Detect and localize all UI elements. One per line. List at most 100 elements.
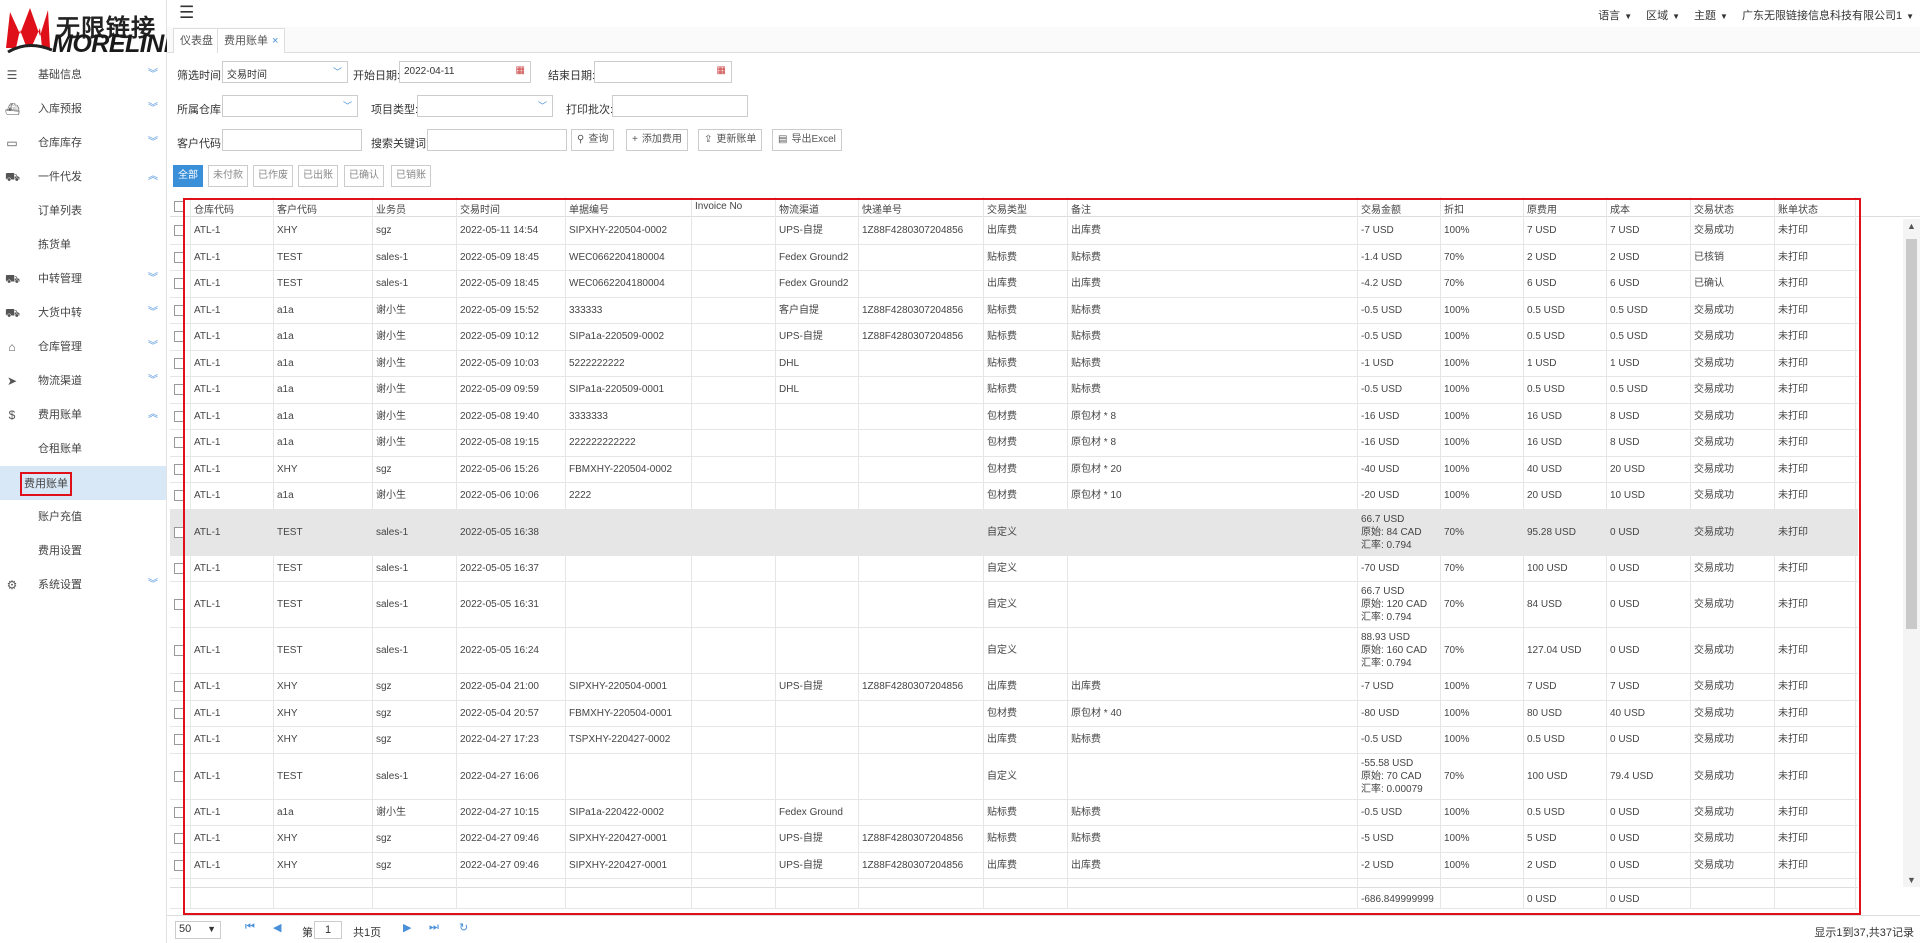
add-fee-button[interactable]: + 添加费用 xyxy=(626,129,688,151)
sidebar-item-14[interactable]: 费用设置 xyxy=(0,534,166,568)
table-row[interactable]: ATL-1 a1a 谢小生 2022-05-08 19:40 3333333 包材费 原包材… xyxy=(170,404,1858,430)
table-row[interactable]: ATL-1 a1a 谢小生 2022-04-27 10:15 SIPa1a-220422… xyxy=(170,800,1858,826)
sidebar-item-15[interactable]: ⚙ 系统设置 ︾ xyxy=(0,568,166,602)
table-row[interactable]: ATL-1 XHY sgz 2022-04-27 09:46 SIPXHY-220427… xyxy=(170,853,1858,879)
prev-page-icon[interactable]: ◀ xyxy=(273,921,281,934)
table-row[interactable]: ATL-1 XHY sgz 2022-04-27 17:23 TSPXHY-220427… xyxy=(170,727,1858,754)
column-header[interactable]: 交易金额 xyxy=(1361,201,1401,216)
column-header[interactable]: 仓库代码 xyxy=(194,201,234,216)
customer-code-input[interactable] xyxy=(222,129,362,151)
row-checkbox[interactable] xyxy=(174,463,185,475)
sidebar-item-13[interactable]: 账户充值 xyxy=(0,500,166,534)
row-checkbox[interactable] xyxy=(174,437,185,449)
row-checkbox[interactable] xyxy=(174,707,185,719)
row-checkbox[interactable] xyxy=(174,806,185,818)
row-checkbox[interactable] xyxy=(174,357,185,369)
end-date-input[interactable]: ▦ xyxy=(594,61,732,83)
topbar-menu-0[interactable]: 语言 ▼ xyxy=(1598,7,1632,23)
sidebar-item-9[interactable]: ➤ 物流渠道 ︾ xyxy=(0,364,166,398)
row-checkbox[interactable] xyxy=(174,645,185,656)
table-row[interactable]: ATL-1 TEST sales-1 2022-05-05 16:38 自定义 66.7 … xyxy=(170,509,1858,556)
table-row[interactable]: ATL-1 a1a 谢小生 2022-05-09 15:52 333333 客户自提 1Z8… xyxy=(170,298,1858,324)
sidebar-item-3[interactable]: ⛟ 一件代发 ︽ xyxy=(0,160,166,194)
row-checkbox[interactable] xyxy=(174,859,185,871)
row-checkbox[interactable] xyxy=(174,562,185,574)
select-all-checkbox[interactable] xyxy=(174,201,185,212)
column-header[interactable]: 折扣 xyxy=(1444,201,1464,216)
sidebar-item-6[interactable]: ⛟ 中转管理 ︾ xyxy=(0,262,166,296)
table-row[interactable]: ATL-1 XHY sgz 2022-05-04 20:57 FBMXHY-220504… xyxy=(170,701,1858,727)
status-tab-2[interactable]: 已作废 xyxy=(253,165,293,187)
refresh-icon[interactable]: ↻ xyxy=(459,921,468,934)
filter-time-select[interactable]: 交易时间 ﹀ xyxy=(222,61,348,83)
vertical-scrollbar[interactable]: ▲ ▼ xyxy=(1903,219,1920,887)
status-tab-3[interactable]: 已出账 xyxy=(298,165,338,187)
first-page-icon[interactable]: ⏮ xyxy=(245,921,255,934)
sidebar-item-8[interactable]: ⌂ 仓库管理 ︾ xyxy=(0,330,166,364)
sidebar-item-5[interactable]: 拣货单 xyxy=(0,228,166,262)
search-button[interactable]: ⚲ 查询 xyxy=(571,129,615,151)
warehouse-select[interactable]: ﹀ xyxy=(222,95,358,117)
scroll-thumb[interactable] xyxy=(1906,239,1917,629)
table-row[interactable]: ATL-1 TEST sales-1 2022-05-09 18:45 WEC06622… xyxy=(170,271,1858,298)
row-checkbox[interactable] xyxy=(174,599,185,610)
status-tab-0[interactable]: 全部 xyxy=(173,165,203,187)
topbar-menu-1[interactable]: 区域 ▼ xyxy=(1646,7,1680,23)
row-checkbox[interactable] xyxy=(174,331,185,343)
table-row[interactable]: ATL-1 a1a 谢小生 2022-05-09 10:03 5222222222 DHL… xyxy=(170,351,1858,377)
column-header[interactable]: 交易类型 xyxy=(987,201,1027,216)
sidebar-item-12[interactable]: 费用账单 xyxy=(0,466,166,500)
row-checkbox[interactable] xyxy=(174,681,185,693)
column-header[interactable]: 成本 xyxy=(1610,201,1630,216)
row-checkbox[interactable] xyxy=(174,410,185,422)
row-checkbox[interactable] xyxy=(174,251,185,263)
table-row[interactable]: ATL-1 TEST sales-1 2022-05-09 18:45 WEC06622… xyxy=(170,245,1858,271)
row-checkbox[interactable] xyxy=(174,833,185,845)
export-excel-button[interactable]: ▤ 导出Excel xyxy=(772,129,842,151)
tab-fee-bill[interactable]: 费用账单 × xyxy=(217,28,286,53)
sidebar-item-2[interactable]: ▭ 仓库库存 ︾ xyxy=(0,126,166,160)
start-date-input[interactable]: 2022-04-11 ▦ xyxy=(399,61,531,83)
last-page-icon[interactable]: ⏭ xyxy=(429,921,439,934)
table-row[interactable]: ATL-1 TEST sales-1 2022-05-05 16:24 自定义 88.93… xyxy=(170,628,1858,674)
topbar-menu-3[interactable]: 广东无限链接信息科技有限公司1 ▼ xyxy=(1742,7,1914,23)
next-page-icon[interactable]: ▶ xyxy=(403,921,411,934)
column-header[interactable]: 客户代码 xyxy=(277,201,317,216)
sidebar-item-10[interactable]: $ 费用账单 ︽ xyxy=(0,398,166,432)
column-header[interactable]: 物流渠道 xyxy=(779,201,819,216)
scroll-up-icon[interactable]: ▲ xyxy=(1907,221,1916,231)
table-row[interactable]: ATL-1 XHY sgz 2022-04-27 09:46 SIPXHY-220427… xyxy=(170,826,1858,853)
column-header[interactable]: 业务员 xyxy=(376,201,406,216)
table-row[interactable]: ATL-1 TEST sales-1 2022-05-05 16:37 自定义 -70 U… xyxy=(170,556,1858,582)
column-header[interactable]: 交易时间 xyxy=(460,201,500,216)
column-header[interactable]: 交易状态 xyxy=(1694,201,1734,216)
table-row[interactable]: ATL-1 a1a 谢小生 2022-05-08 19:15 222222222222 包… xyxy=(170,430,1858,457)
row-checkbox[interactable] xyxy=(174,278,185,290)
row-checkbox[interactable] xyxy=(174,526,185,538)
sidebar-item-0[interactable]: ☰ 基础信息 ︾ xyxy=(0,58,166,92)
row-checkbox[interactable] xyxy=(174,770,185,782)
column-header[interactable]: 单据编号 xyxy=(569,201,609,216)
status-tab-1[interactable]: 未付款 xyxy=(208,165,248,187)
page-number-input[interactable]: 1 xyxy=(314,921,342,939)
table-row[interactable]: ATL-1 XHY sgz 2022-05-04 21:00 SIPXHY-220504… xyxy=(170,674,1858,701)
keyword-input[interactable] xyxy=(427,129,567,151)
table-row[interactable]: ATL-1 a1a 谢小生 2022-05-09 09:59 SIPa1a-220509… xyxy=(170,377,1858,404)
topbar-menu-2[interactable]: 主题 ▼ xyxy=(1694,7,1728,23)
tab-dashboard[interactable]: 仪表盘 xyxy=(173,28,220,53)
row-checkbox[interactable] xyxy=(174,490,185,502)
column-header[interactable]: 原费用 xyxy=(1527,201,1557,216)
row-checkbox[interactable] xyxy=(174,225,185,237)
column-header[interactable]: 快递单号 xyxy=(862,201,902,216)
status-tab-4[interactable]: 已确认 xyxy=(344,165,384,187)
column-header[interactable]: 备注 xyxy=(1071,201,1091,216)
row-checkbox[interactable] xyxy=(174,304,185,316)
table-row[interactable]: ATL-1 XHY sgz 2022-05-11 14:54 SIPXHY-220504… xyxy=(170,218,1858,245)
close-icon[interactable]: × xyxy=(272,35,278,47)
hamburger-icon[interactable]: ☰ xyxy=(179,3,194,23)
table-row[interactable]: ATL-1 XHY sgz 2022-05-06 15:26 FBMXHY-220504… xyxy=(170,457,1858,483)
table-row[interactable]: ATL-1 a1a 谢小生 2022-05-09 10:12 SIPa1a-220509… xyxy=(170,324,1858,351)
page-size-select[interactable]: 50 ▼ xyxy=(175,921,221,939)
table-row[interactable]: ATL-1 TEST sales-1 2022-04-27 16:06 自定义 -55.5… xyxy=(170,754,1858,800)
item-type-select[interactable]: ﹀ xyxy=(417,95,553,117)
